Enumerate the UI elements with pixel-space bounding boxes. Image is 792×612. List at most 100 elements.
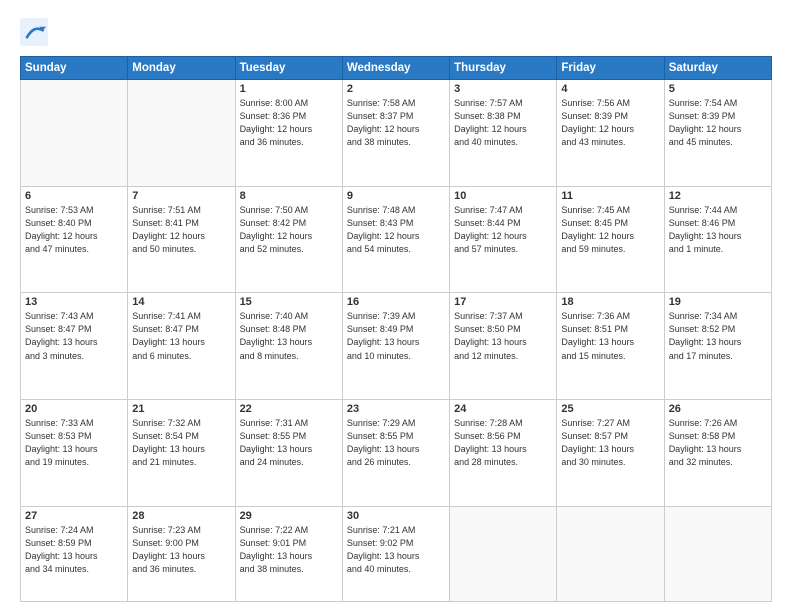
day-number: 29 <box>240 510 338 522</box>
day-number: 27 <box>25 510 123 522</box>
page: SundayMondayTuesdayWednesdayThursdayFrid… <box>0 0 792 612</box>
day-number: 4 <box>561 83 659 95</box>
calendar-cell: 29Sunrise: 7:22 AM Sunset: 9:01 PM Dayli… <box>235 506 342 601</box>
day-info: Sunrise: 7:41 AM Sunset: 8:47 PM Dayligh… <box>132 310 230 362</box>
calendar-cell: 14Sunrise: 7:41 AM Sunset: 8:47 PM Dayli… <box>128 293 235 400</box>
day-number: 5 <box>669 83 767 95</box>
day-info: Sunrise: 7:51 AM Sunset: 8:41 PM Dayligh… <box>132 204 230 256</box>
day-info: Sunrise: 7:48 AM Sunset: 8:43 PM Dayligh… <box>347 204 445 256</box>
weekday-header-tuesday: Tuesday <box>235 57 342 80</box>
day-number: 6 <box>25 190 123 202</box>
weekday-header-row: SundayMondayTuesdayWednesdayThursdayFrid… <box>21 57 772 80</box>
day-info: Sunrise: 7:44 AM Sunset: 8:46 PM Dayligh… <box>669 204 767 256</box>
day-number: 25 <box>561 403 659 415</box>
day-number: 18 <box>561 296 659 308</box>
header <box>20 18 772 46</box>
day-info: Sunrise: 7:40 AM Sunset: 8:48 PM Dayligh… <box>240 310 338 362</box>
week-row-3: 13 Sunrise: 7:43 AM Sunset: 8:47 PM Dayli… <box>21 293 772 400</box>
week-row-1: 1 Sunrise: 8:00 AM Sunset: 8:36 PM Daylig… <box>21 80 772 187</box>
logo-icon <box>20 18 48 46</box>
day-info: Sunrise: 8:00 AM Sunset: 8:36 PM Dayligh… <box>240 97 338 149</box>
calendar-cell: 12 Sunrise: 7:44 AM Sunset: 8:46 PM Dayli… <box>664 186 771 293</box>
day-number: 7 <box>132 190 230 202</box>
day-number: 17 <box>454 296 552 308</box>
calendar-cell: 1 Sunrise: 8:00 AM Sunset: 8:36 PM Daylig… <box>235 80 342 187</box>
weekday-header-sunday: Sunday <box>21 57 128 80</box>
week-row-5: 27 Sunrise: 7:24 AM Sunset: 8:59 PM Dayli… <box>21 506 772 601</box>
day-number: 28 <box>132 510 230 522</box>
day-info: Sunrise: 7:26 AM Sunset: 8:58 PM Dayligh… <box>669 417 767 469</box>
calendar-cell: 4 Sunrise: 7:56 AM Sunset: 8:39 PM Daylig… <box>557 80 664 187</box>
day-info: Sunrise: 7:33 AM Sunset: 8:53 PM Dayligh… <box>25 417 123 469</box>
calendar-cell: 13 Sunrise: 7:43 AM Sunset: 8:47 PM Dayli… <box>21 293 128 400</box>
calendar-cell: 26 Sunrise: 7:26 AM Sunset: 8:58 PM Dayli… <box>664 400 771 507</box>
day-number: 24 <box>454 403 552 415</box>
calendar-cell: 9 Sunrise: 7:48 AM Sunset: 8:43 PM Daylig… <box>342 186 449 293</box>
calendar-cell: 25 Sunrise: 7:27 AM Sunset: 8:57 PM Dayli… <box>557 400 664 507</box>
calendar-cell: 11 Sunrise: 7:45 AM Sunset: 8:45 PM Dayli… <box>557 186 664 293</box>
calendar-cell: 8 Sunrise: 7:50 AM Sunset: 8:42 PM Daylig… <box>235 186 342 293</box>
day-number: 8 <box>240 190 338 202</box>
day-info: Sunrise: 7:53 AM Sunset: 8:40 PM Dayligh… <box>25 204 123 256</box>
calendar-cell <box>557 506 664 601</box>
weekday-header-friday: Friday <box>557 57 664 80</box>
calendar-cell: 15 Sunrise: 7:40 AM Sunset: 8:48 PM Dayli… <box>235 293 342 400</box>
calendar-cell: 21 Sunrise: 7:32 AM Sunset: 8:54 PM Dayli… <box>128 400 235 507</box>
calendar-cell: 24Sunrise: 7:28 AM Sunset: 8:56 PM Dayli… <box>450 400 557 507</box>
day-number: 23 <box>347 403 445 415</box>
day-info: Sunrise: 7:31 AM Sunset: 8:55 PM Dayligh… <box>240 417 338 469</box>
weekday-header-thursday: Thursday <box>450 57 557 80</box>
day-info: Sunrise: 7:36 AM Sunset: 8:51 PM Dayligh… <box>561 310 659 362</box>
day-info: Sunrise: 7:54 AM Sunset: 8:39 PM Dayligh… <box>669 97 767 149</box>
calendar-cell: 7 Sunrise: 7:51 AM Sunset: 8:41 PM Daylig… <box>128 186 235 293</box>
day-info: Sunrise: 7:39 AM Sunset: 8:49 PM Dayligh… <box>347 310 445 362</box>
day-info: Sunrise: 7:58 AM Sunset: 8:37 PM Dayligh… <box>347 97 445 149</box>
calendar-cell: 28 Sunrise: 7:23 AM Sunset: 9:00 PM Dayli… <box>128 506 235 601</box>
calendar-cell: 20 Sunrise: 7:33 AM Sunset: 8:53 PM Dayli… <box>21 400 128 507</box>
day-number: 26 <box>669 403 767 415</box>
calendar-cell <box>450 506 557 601</box>
calendar-cell: 23 Sunrise: 7:29 AM Sunset: 8:55 PM Dayli… <box>342 400 449 507</box>
day-number: 15 <box>240 296 338 308</box>
day-info: Sunrise: 7:47 AM Sunset: 8:44 PM Dayligh… <box>454 204 552 256</box>
weekday-header-wednesday: Wednesday <box>342 57 449 80</box>
day-number: 9 <box>347 190 445 202</box>
calendar-cell: 3Sunrise: 7:57 AM Sunset: 8:38 PM Daylig… <box>450 80 557 187</box>
day-info: Sunrise: 7:43 AM Sunset: 8:47 PM Dayligh… <box>25 310 123 362</box>
day-info: Sunrise: 7:32 AM Sunset: 8:54 PM Dayligh… <box>132 417 230 469</box>
day-info: Sunrise: 7:56 AM Sunset: 8:39 PM Dayligh… <box>561 97 659 149</box>
week-row-4: 20 Sunrise: 7:33 AM Sunset: 8:53 PM Dayli… <box>21 400 772 507</box>
day-info: Sunrise: 7:24 AM Sunset: 8:59 PM Dayligh… <box>25 524 123 576</box>
calendar-cell: 10 Sunrise: 7:47 AM Sunset: 8:44 PM Dayli… <box>450 186 557 293</box>
day-number: 3 <box>454 83 552 95</box>
day-number: 1 <box>240 83 338 95</box>
day-number: 16 <box>347 296 445 308</box>
day-number: 13 <box>25 296 123 308</box>
day-number: 10 <box>454 190 552 202</box>
calendar-cell: 18 Sunrise: 7:36 AM Sunset: 8:51 PM Dayli… <box>557 293 664 400</box>
day-info: Sunrise: 7:29 AM Sunset: 8:55 PM Dayligh… <box>347 417 445 469</box>
day-info: Sunrise: 7:37 AM Sunset: 8:50 PM Dayligh… <box>454 310 552 362</box>
calendar-cell: 5 Sunrise: 7:54 AM Sunset: 8:39 PM Daylig… <box>664 80 771 187</box>
calendar-cell: 16 Sunrise: 7:39 AM Sunset: 8:49 PM Dayli… <box>342 293 449 400</box>
day-info: Sunrise: 7:23 AM Sunset: 9:00 PM Dayligh… <box>132 524 230 576</box>
day-info: Sunrise: 7:27 AM Sunset: 8:57 PM Dayligh… <box>561 417 659 469</box>
day-number: 11 <box>561 190 659 202</box>
day-info: Sunrise: 7:50 AM Sunset: 8:42 PM Dayligh… <box>240 204 338 256</box>
calendar-cell: 6 Sunrise: 7:53 AM Sunset: 8:40 PM Daylig… <box>21 186 128 293</box>
calendar-cell: 22Sunrise: 7:31 AM Sunset: 8:55 PM Dayli… <box>235 400 342 507</box>
calendar-cell <box>21 80 128 187</box>
calendar-cell: 19 Sunrise: 7:34 AM Sunset: 8:52 PM Dayli… <box>664 293 771 400</box>
day-number: 19 <box>669 296 767 308</box>
calendar-cell <box>664 506 771 601</box>
day-info: Sunrise: 7:34 AM Sunset: 8:52 PM Dayligh… <box>669 310 767 362</box>
day-number: 2 <box>347 83 445 95</box>
day-info: Sunrise: 7:45 AM Sunset: 8:45 PM Dayligh… <box>561 204 659 256</box>
day-number: 30 <box>347 510 445 522</box>
day-number: 20 <box>25 403 123 415</box>
logo <box>20 18 52 46</box>
calendar-table: SundayMondayTuesdayWednesdayThursdayFrid… <box>20 56 772 602</box>
calendar-cell <box>128 80 235 187</box>
day-number: 12 <box>669 190 767 202</box>
day-number: 21 <box>132 403 230 415</box>
